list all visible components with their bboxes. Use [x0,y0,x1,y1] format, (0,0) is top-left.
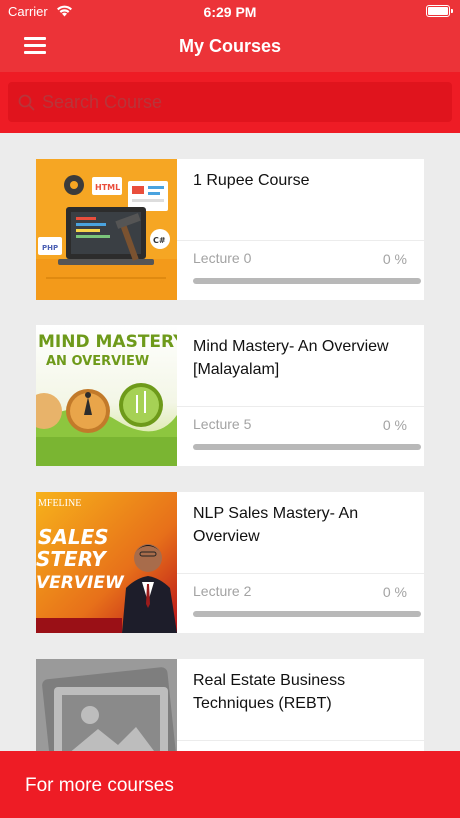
course-card[interactable]: MIND MASTERY AN OVERVIEW Mind Mastery- A… [36,325,424,466]
progress-bar [193,278,421,284]
course-thumbnail: MFELINE SALES STERY VERVIEW [36,492,177,633]
progress-percent: 0 % [382,584,407,600]
page-title: My Courses [178,36,282,56]
course-thumbnail: MIND MASTERY AN OVERVIEW [36,325,177,466]
course-card[interactable]: MFELINE SALES STERY VERVIEW NLP Sales Ma… [36,492,424,633]
thumb-stery-label: STERY [36,547,108,571]
web-development-illustration: HTML PHP C# [36,159,177,300]
course-title: NLP Sales Mastery- An Overview [193,505,359,545]
more-courses-label: For more courses [25,775,174,796]
search-field[interactable] [8,82,452,122]
lecture-count: Lecture 2 [193,583,252,599]
card-divider [177,740,424,741]
thumb-html-label: HTML [95,183,120,192]
card-divider [177,240,424,241]
course-thumbnail: HTML PHP C# [36,159,177,300]
sales-mastery-banner: MFELINE SALES STERY VERVIEW [36,492,177,633]
search-icon [18,94,35,111]
progress-bar [193,611,421,617]
status-time: 6:29 PM [203,4,257,20]
lecture-count: Lecture 5 [193,416,252,432]
thumb-mind-mastery-label: MIND MASTERY [38,332,177,352]
mind-mastery-banner: MIND MASTERY AN OVERVIEW [36,325,177,466]
progress-bar [193,444,421,450]
card-divider [177,573,424,574]
thumb-overview-label: AN OVERVIEW [46,354,149,369]
app-header: Carrier 6:29 PM My Courses [0,0,460,72]
status-bar: Carrier 6:29 PM [0,0,460,24]
thumb-php-label: PHP [42,244,58,252]
more-courses-button[interactable]: For more courses [0,751,460,818]
progress-percent: 0 % [382,417,407,433]
progress-percent: 0 % [382,251,407,267]
course-title: Real Estate Business Techniques (REBT) [193,672,346,712]
course-card[interactable]: HTML PHP C# 1 Rupee Course Lecture 0 0 % [36,159,424,300]
battery-full-icon [426,5,453,17]
thumb-csharp-label: C# [153,236,166,245]
course-title: 1 Rupee Course [193,172,310,189]
thumb-brand-label: MFELINE [38,498,81,509]
card-divider [177,406,424,407]
thumb-sales-label: SALES [38,525,109,549]
thumb-verview-label: VERVIEW [36,573,125,593]
search-input[interactable] [42,82,442,122]
lecture-count: Lecture 0 [193,250,252,266]
search-bar [0,72,460,133]
course-title: Mind Mastery- An Overview [Malayalam] [193,338,389,378]
